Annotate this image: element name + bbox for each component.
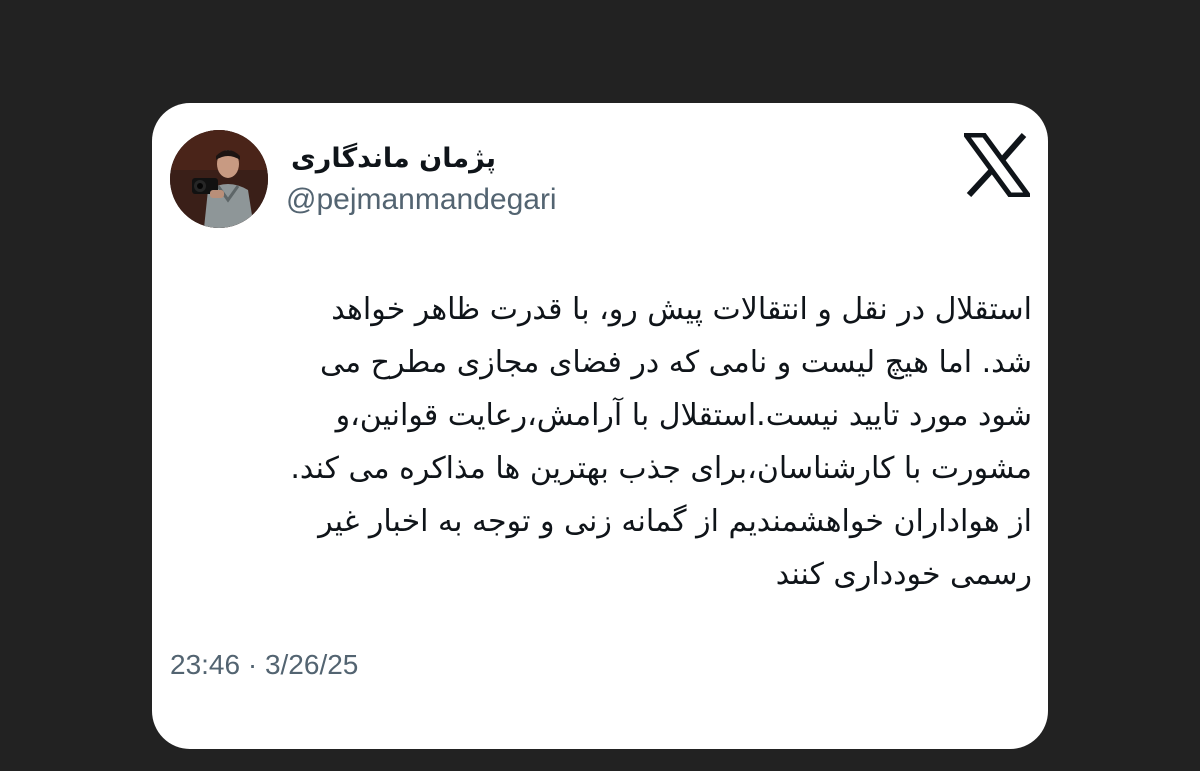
tweet-card[interactable]: پژمان ماندگاری @pejmanmandegari استقلال …	[152, 103, 1048, 749]
tweet-text-line: استقلال در نقل و انتقالات پیش رو، با قدر…	[331, 292, 1032, 327]
tweet-text-line: شد. اما هیچ لیست و نامی که در فضای مجازی…	[320, 345, 1032, 380]
tweet-author: پژمان ماندگاری @pejmanmandegari	[286, 139, 726, 229]
tweet-text-line: رسمی خودداری کنند	[775, 557, 1032, 592]
tweet-text-line: مشورت با کارشناسان،برای جذب بهترین ها مذ…	[290, 451, 1032, 486]
avatar[interactable]	[170, 130, 268, 228]
profile-photo-icon	[170, 130, 268, 228]
tweet-text: استقلال در نقل و انتقالات پیش رو، با قدر…	[176, 283, 1032, 601]
x-logo-icon[interactable]	[964, 133, 1030, 197]
tweet-text-line: شود مورد تایید نیست.استقلال با آرامش،رعا…	[335, 398, 1032, 433]
display-name[interactable]: پژمان ماندگاری	[286, 143, 496, 174]
screenshot-background: پژمان ماندگاری @pejmanmandegari استقلال …	[0, 0, 1200, 771]
tweet-text-line: از هواداران خواهشمندیم از گمانه زنی و تو…	[318, 504, 1032, 539]
username[interactable]: @pejmanmandegari	[286, 183, 557, 217]
tweet-timestamp[interactable]: 23:46 · 3/26/25	[170, 649, 358, 681]
